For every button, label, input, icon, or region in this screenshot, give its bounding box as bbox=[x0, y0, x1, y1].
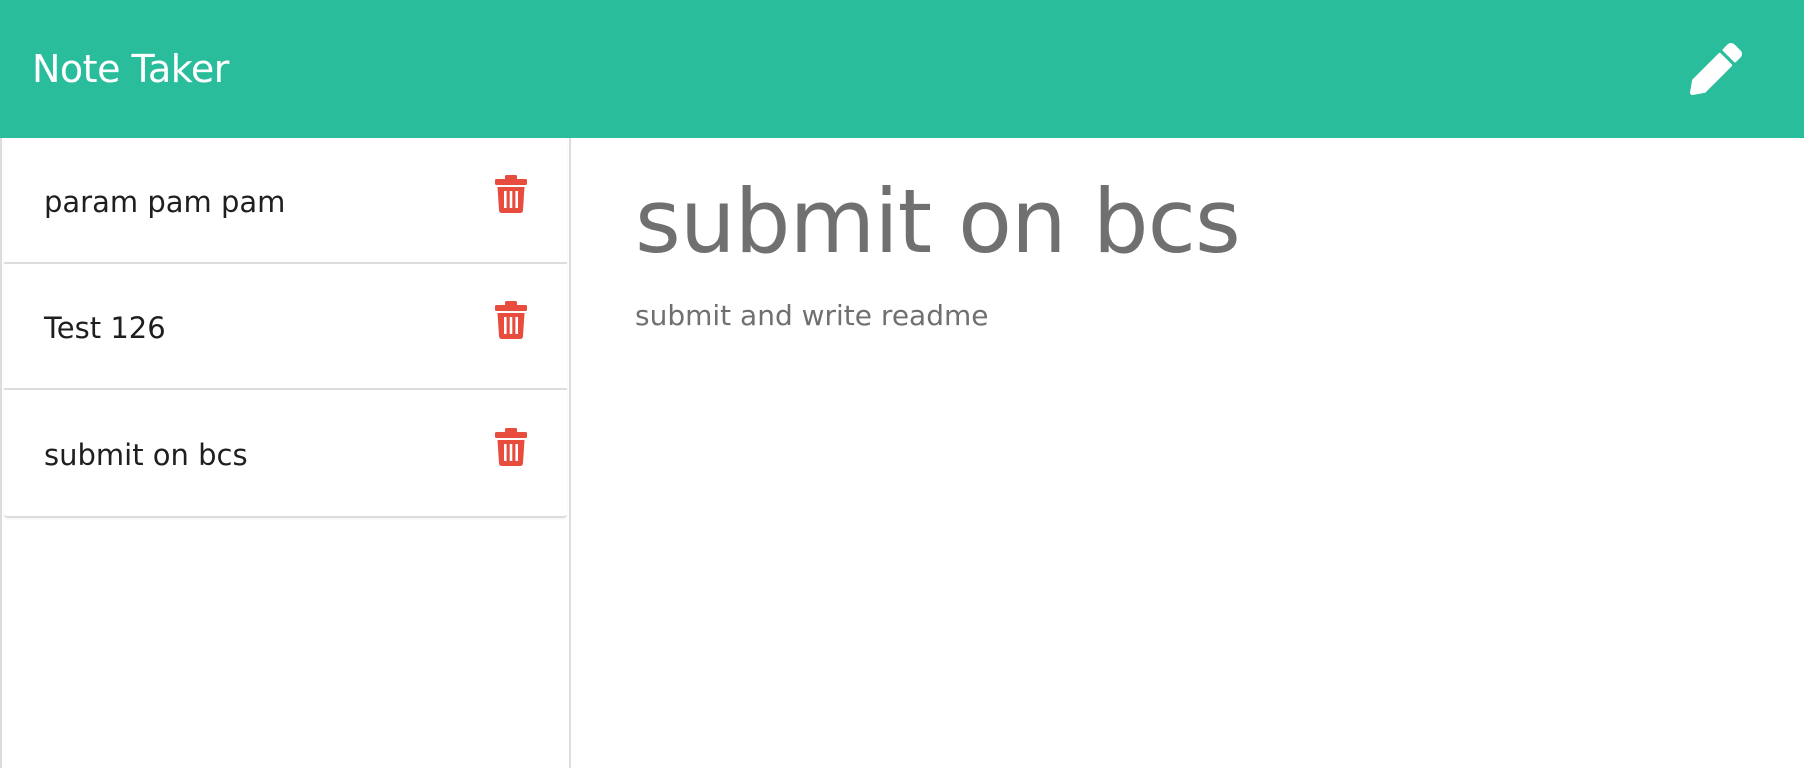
pencil-icon bbox=[1690, 43, 1742, 95]
note-list: param pam pam Test 126 submit on bcs bbox=[4, 138, 567, 518]
brand-title[interactable]: Note Taker bbox=[32, 47, 229, 91]
navbar: Note Taker bbox=[0, 0, 1804, 138]
list-item[interactable]: param pam pam bbox=[4, 138, 567, 264]
trash-icon bbox=[495, 428, 527, 466]
list-item[interactable]: Test 126 bbox=[4, 264, 567, 390]
delete-note-button[interactable] bbox=[493, 174, 529, 214]
note-editor: submit and write readme bbox=[571, 138, 1804, 768]
note-title-input[interactable] bbox=[635, 166, 1740, 278]
notes-sidebar: param pam pam Test 126 submit on bcs bbox=[0, 138, 571, 768]
trash-icon bbox=[495, 175, 527, 213]
trash-icon bbox=[495, 301, 527, 339]
delete-note-button[interactable] bbox=[493, 300, 529, 340]
new-note-button[interactable] bbox=[1688, 41, 1744, 97]
note-item-title[interactable]: Test 126 bbox=[44, 307, 166, 345]
note-item-title[interactable]: submit on bcs bbox=[44, 434, 248, 472]
note-text-area[interactable]: submit and write readme bbox=[635, 298, 1740, 698]
list-item[interactable]: submit on bcs bbox=[4, 390, 567, 516]
note-item-title[interactable]: param pam pam bbox=[44, 181, 285, 219]
delete-note-button[interactable] bbox=[493, 427, 529, 467]
